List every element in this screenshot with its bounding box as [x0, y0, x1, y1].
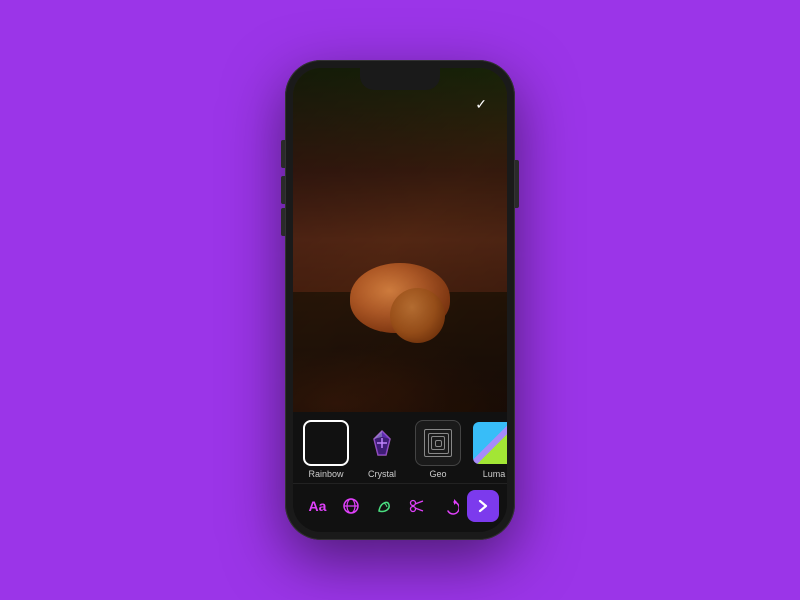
filter-item-rainbow[interactable]: Rainbow: [301, 420, 351, 479]
checkmark[interactable]: ✓: [475, 96, 487, 113]
notch: [360, 68, 440, 90]
phone-outer: ✓ Rainbow: [285, 60, 515, 540]
phone-screen: ✓ Rainbow: [293, 68, 507, 532]
filter-scroll: Rainbow: [293, 420, 507, 479]
link-icon: [342, 497, 360, 515]
redo-button[interactable]: [434, 490, 466, 522]
draw-button[interactable]: [368, 490, 400, 522]
text-tool-button[interactable]: Aa: [302, 490, 334, 522]
filter-label-geo: Geo: [429, 469, 446, 479]
draw-icon: [375, 497, 393, 515]
link-button[interactable]: [335, 490, 367, 522]
filter-panel: Rainbow: [293, 412, 507, 483]
filter-item-geo[interactable]: Geo: [413, 420, 463, 479]
filter-label-crystal: Crystal: [368, 469, 396, 479]
text-icon: Aa: [309, 498, 327, 514]
arrow-right-icon: [475, 498, 491, 514]
toolbar: Aa: [293, 483, 507, 532]
crystal-icon: [368, 429, 396, 457]
filter-label-luma: Luma: [483, 469, 506, 479]
scissor-icon: [408, 497, 426, 515]
photo-area: ✓: [293, 68, 507, 412]
next-button[interactable]: [467, 490, 499, 522]
redo-icon: [441, 497, 459, 515]
filter-label-rainbow: Rainbow: [308, 469, 343, 479]
scissor-button[interactable]: [401, 490, 433, 522]
filter-item-luma[interactable]: Luma: [469, 420, 507, 479]
filter-item-crystal[interactable]: Crystal: [357, 420, 407, 479]
